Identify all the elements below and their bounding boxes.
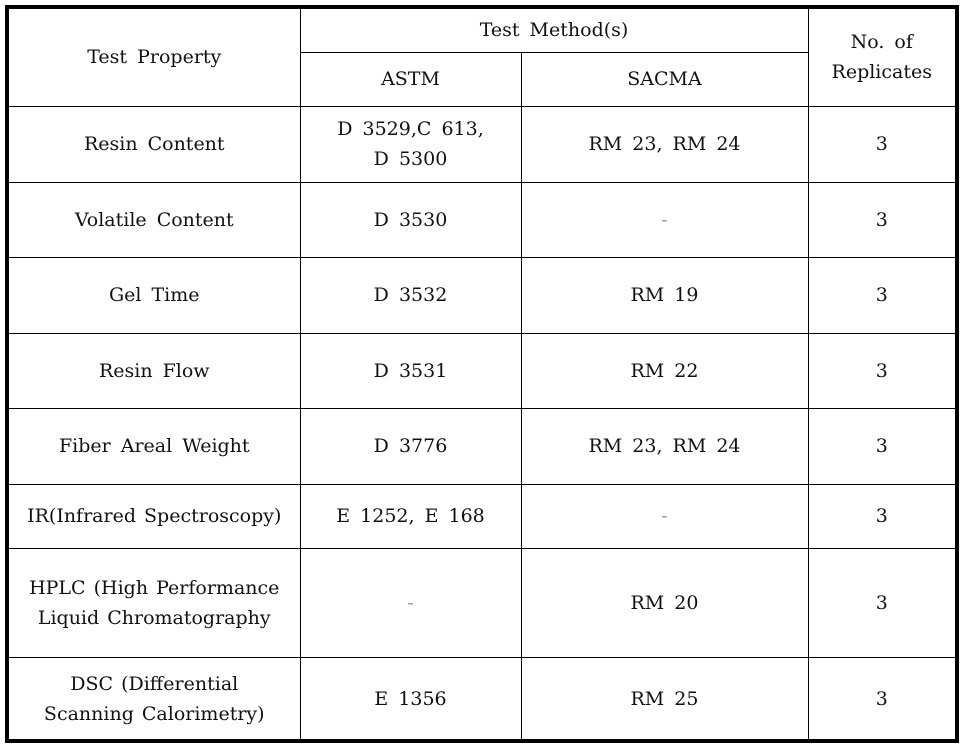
cell-property: Resin Flow xyxy=(9,332,301,409)
table-row: IR(Infrared Spectroscopy) E 1252, E 168 … xyxy=(9,483,955,549)
table-row: Fiber Areal Weight D 3776 RM 23, RM 24 3 xyxy=(9,407,955,485)
cell-replicates: 3 xyxy=(807,483,955,549)
cell-astm: E 1252, E 168 xyxy=(299,483,522,549)
cell-sacma: RM 25 xyxy=(520,656,809,741)
cell-replicates: 3 xyxy=(807,256,955,334)
header-test-methods: Test Method(s) xyxy=(299,9,809,53)
cell-replicates: 3 xyxy=(807,407,955,485)
header-sacma: SACMA xyxy=(520,51,808,107)
cell-sacma: - xyxy=(520,483,809,549)
cell-astm: D 3530 xyxy=(299,181,522,258)
cell-property: HPLC (High Performance Liquid Chromatogr… xyxy=(9,547,301,658)
cell-property: Resin Content xyxy=(9,105,301,183)
cell-sacma: RM 19 xyxy=(520,256,809,334)
cell-property: IR(Infrared Spectroscopy) xyxy=(9,483,301,549)
cell-replicates: 3 xyxy=(807,105,955,183)
table-row: Resin Content D 3529,C 613, D 5300 RM 23… xyxy=(9,105,955,183)
cell-replicates: 3 xyxy=(807,332,955,409)
cell-astm: D 3529,C 613, D 5300 xyxy=(299,105,522,183)
cell-sacma: - xyxy=(520,181,809,258)
table-row: Gel Time D 3532 RM 19 3 xyxy=(9,256,955,334)
header-test-property: Test Property xyxy=(9,9,301,107)
table-row: Volatile Content D 3530 - 3 xyxy=(9,181,955,258)
cell-property: Gel Time xyxy=(9,256,301,334)
cell-replicates: 3 xyxy=(807,656,955,741)
cell-astm: D 3531 xyxy=(299,332,522,409)
table-row: Resin Flow D 3531 RM 22 3 xyxy=(9,332,955,409)
test-methods-table: Test Property Test Method(s) No. of Repl… xyxy=(9,9,955,741)
cell-astm: - xyxy=(299,547,522,658)
cell-property: DSC (Differential Scanning Calorimetry) xyxy=(9,656,301,741)
table-row: HPLC (High Performance Liquid Chromatogr… xyxy=(9,547,955,658)
cell-sacma: RM 20 xyxy=(520,547,809,658)
cell-sacma: RM 23, RM 24 xyxy=(520,105,809,183)
cell-astm: E 1356 xyxy=(299,656,522,741)
header-astm: ASTM xyxy=(300,51,522,107)
header-replicates: No. of Replicates xyxy=(807,9,955,107)
cell-astm: D 3776 xyxy=(299,407,522,485)
table-row: DSC (Differential Scanning Calorimetry) … xyxy=(9,656,955,741)
test-methods-table-frame: Test Property Test Method(s) No. of Repl… xyxy=(5,5,959,743)
cell-property: Fiber Areal Weight xyxy=(9,407,301,485)
cell-sacma: RM 23, RM 24 xyxy=(520,407,809,485)
cell-astm: D 3532 xyxy=(299,256,522,334)
cell-replicates: 3 xyxy=(807,547,955,658)
cell-replicates: 3 xyxy=(807,181,955,258)
cell-property: Volatile Content xyxy=(9,181,301,258)
cell-sacma: RM 22 xyxy=(520,332,809,409)
